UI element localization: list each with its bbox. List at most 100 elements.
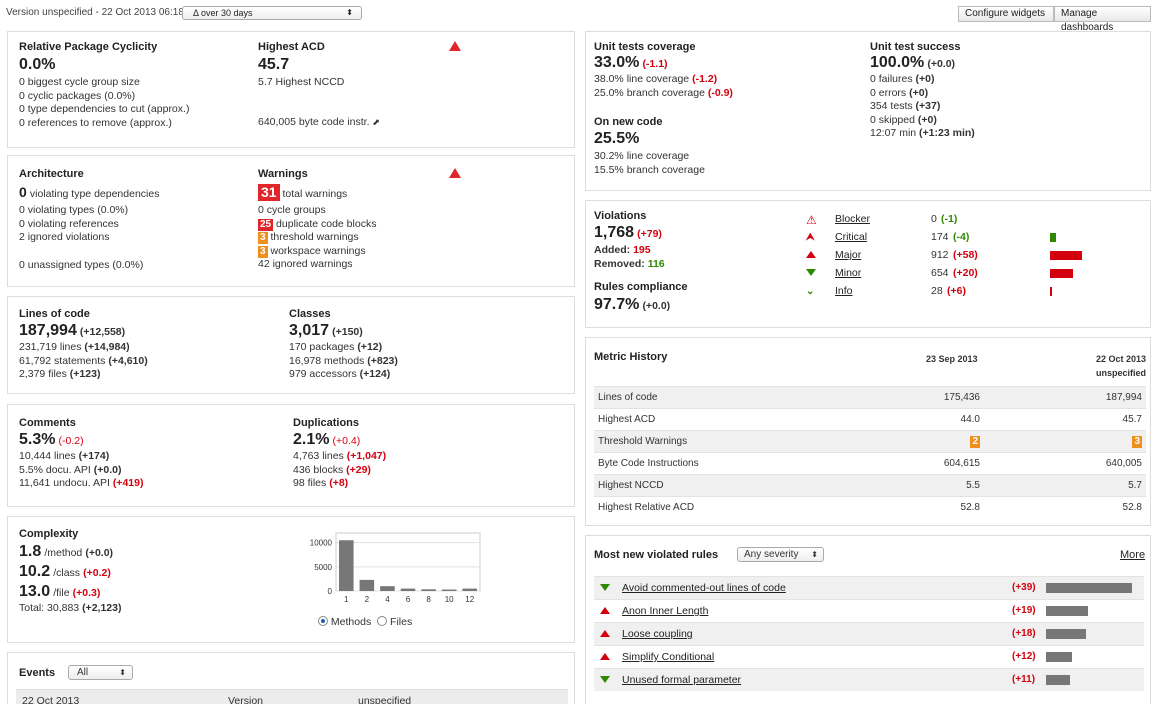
rule-name-link[interactable]: Anon Inner Length <box>622 605 708 617</box>
ignored-warnings: 42 ignored warnings <box>258 258 353 270</box>
comments-value: 5.3% <box>19 431 56 448</box>
rule-bar <box>1046 583 1132 593</box>
period-select[interactable]: Δ over 30 days ⬍ <box>182 6 362 20</box>
duplications-delta: (+0.4) <box>332 435 361 447</box>
loc-line: 231,719 lines (+14,984) <box>19 341 148 355</box>
methods-radio-label[interactable]: Methods <box>331 616 371 628</box>
threshold-warnings-badge: 3 <box>258 232 268 244</box>
complexity-file-delta: (+0.3) <box>72 587 101 599</box>
cyclicity-line: 0 type dependencies to cut (approx.) <box>19 103 190 115</box>
history-value: 187,994 <box>1105 392 1142 403</box>
minor-icon <box>806 267 816 279</box>
severity-bar <box>1050 269 1073 278</box>
rule-name-link[interactable]: Unused formal parameter <box>622 674 741 686</box>
severity-row-major: Major 912 (+58) <box>586 247 1151 265</box>
chart-y-tick: 10000 <box>310 539 333 548</box>
files-radio[interactable] <box>377 616 388 626</box>
rule-name-link[interactable]: Loose coupling <box>622 628 693 640</box>
cyclicity-line: 0 cyclic packages (0.0%) <box>19 89 136 102</box>
files-radio-label[interactable]: Files <box>390 616 412 628</box>
rule-row[interactable]: Anon Inner Length (+19) <box>594 599 1144 622</box>
duplicate-blocks-badge: 25 <box>258 218 274 231</box>
chart-bar <box>359 579 375 591</box>
complexity-class: 10.2 /class (+0.2) <box>19 563 111 581</box>
test-line-delta: (+0) <box>915 73 935 85</box>
comments-duplications-panel: Comments 5.3% (-0.2) 10,444 lines (+174)… <box>7 404 575 507</box>
workspace-warnings-badge: 3 <box>258 245 268 258</box>
rule-bar <box>1046 675 1070 685</box>
history-row: Lines of code 175,436 187,994 <box>594 386 1146 409</box>
complexity-total-delta: (+2,123) <box>82 602 122 614</box>
test-line-delta: (+1:23 min) <box>919 127 975 139</box>
comments-line-delta: (+419) <box>112 477 144 489</box>
bytecode-line: 640,005 byte code instr. ⬈ <box>258 116 380 130</box>
classes-details: 170 packages (+12) 16,978 methods (+823)… <box>289 341 398 382</box>
size-panel: Lines of code 187,994 (+12,558) 231,719 … <box>7 296 575 394</box>
history-value-2: 187,994 <box>984 386 1146 409</box>
history-row: Highest NCCD 5.5 5.7 <box>594 474 1146 497</box>
severity-filter-select[interactable]: Any severity ⬍ <box>737 547 824 562</box>
manage-dashboards-button[interactable]: Manage dashboards <box>1054 6 1151 33</box>
line-coverage-delta: (-1.2) <box>692 73 718 85</box>
chart-bar <box>462 588 477 591</box>
severity-link-minor[interactable]: Minor <box>835 267 861 281</box>
duplications-line: 436 blocks (+29) <box>293 464 386 478</box>
metric-history-panel: Metric History 23 Sep 2013 22 Oct 2013 u… <box>585 337 1151 526</box>
alert-icon <box>449 168 461 178</box>
history-metric-label: Lines of code <box>594 386 894 409</box>
test-line-delta: (+37) <box>915 100 941 112</box>
severity-delta: (+58) <box>953 249 978 261</box>
chart-y-tick: 0 <box>328 587 333 596</box>
complexity-class-delta: (+0.2) <box>83 567 111 579</box>
history-row: Highest ACD 44.0 45.7 <box>594 408 1146 431</box>
comments-line-text: 5.5% docu. API <box>19 463 91 476</box>
rule-name-link[interactable]: Simplify Conditional <box>622 651 714 663</box>
events-panel: Events All ⬍ 22 Oct 2013 Version unspeci… <box>7 652 575 704</box>
cycle-groups: 0 cycle groups <box>258 204 326 216</box>
major-icon <box>600 607 610 614</box>
event-name: unspecified <box>358 695 412 704</box>
severity-link-critical[interactable]: Critical <box>835 231 867 245</box>
classes-line: 170 packages (+12) <box>289 341 398 355</box>
history-value-2: 640,005 <box>984 452 1146 475</box>
severity-delta: (-1) <box>941 213 958 225</box>
nccd-line: 5.7 Highest NCCD <box>258 76 345 88</box>
major-icon <box>600 630 610 637</box>
complexity-file-unit: /file <box>53 587 70 599</box>
test-line-text: 0 failures <box>870 73 913 85</box>
severity-link-blocker[interactable]: Blocker <box>835 213 870 227</box>
severity-count: 28 <box>931 285 943 297</box>
rule-name-link[interactable]: Avoid commented-out lines of code <box>622 582 786 594</box>
rule-row[interactable]: Unused formal parameter (+11) <box>594 668 1144 691</box>
chart-x-tick: 1 <box>344 595 349 604</box>
severity-link-info[interactable]: Info <box>835 285 853 299</box>
methods-radio[interactable] <box>318 616 328 626</box>
complexity-method-unit: /method <box>44 547 83 559</box>
rule-bar <box>1046 652 1072 662</box>
configure-widgets-button[interactable]: Configure widgets <box>958 6 1054 22</box>
rule-row[interactable]: Avoid commented-out lines of code (+39) <box>594 576 1144 599</box>
more-link[interactable]: More <box>1120 549 1145 561</box>
rule-row[interactable]: Simplify Conditional (+12) <box>594 645 1144 668</box>
chart-y-tick: 5000 <box>314 563 332 572</box>
cyclicity-value: 0.0% <box>19 56 56 73</box>
rule-row[interactable]: Loose coupling (+18) <box>594 622 1144 645</box>
severity-link-major[interactable]: Major <box>835 249 861 263</box>
history-value-2: 52.8 <box>984 496 1146 519</box>
select-arrows-icon: ⬍ <box>119 668 126 677</box>
history-col1-header: 23 Sep 2013 <box>926 354 978 364</box>
comments-details: 10,444 lines (+174) 5.5% docu. API (+0.0… <box>19 450 143 491</box>
coverage-delta: (-1.1) <box>642 58 668 70</box>
events-filter-select[interactable]: All ⬍ <box>68 665 133 680</box>
minor-icon <box>600 676 610 683</box>
event-row[interactable]: 22 Oct 2013 Version unspecified <box>16 689 568 704</box>
external-link-icon[interactable]: ⬈ <box>372 117 380 127</box>
comments-line: 10,444 lines (+174) <box>19 450 143 464</box>
classes-main: 3,017 (+150) <box>289 322 363 340</box>
duplications-line: 4,763 lines (+1,047) <box>293 450 386 464</box>
loc-delta: (+12,558) <box>79 326 126 338</box>
chart-bar <box>441 589 457 591</box>
architecture-line: 2 ignored violations <box>19 231 110 243</box>
acd-value: 45.7 <box>258 56 290 73</box>
duplications-line-delta: (+29) <box>346 463 371 476</box>
